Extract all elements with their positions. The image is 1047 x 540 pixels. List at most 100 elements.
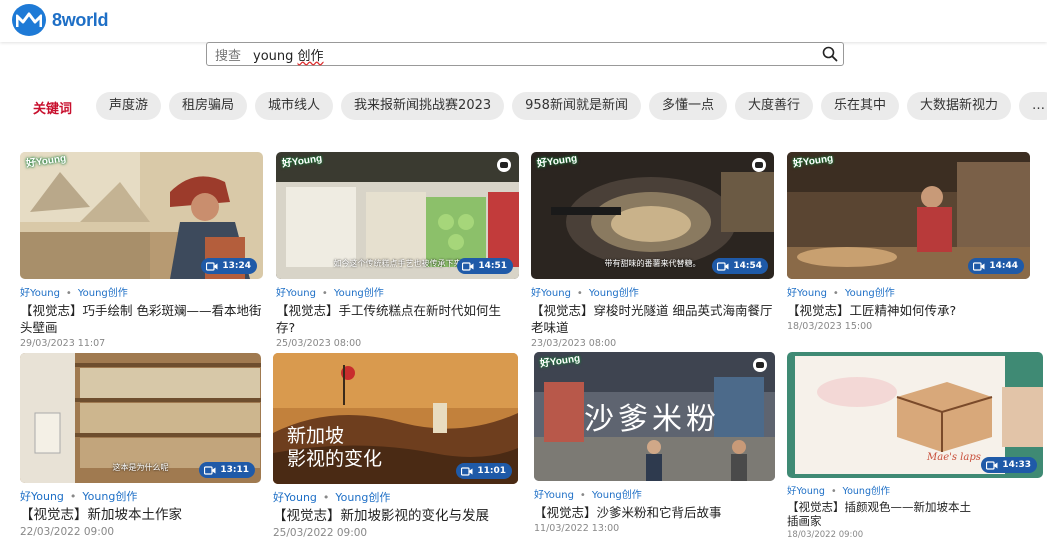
brand-name: 8world (52, 9, 109, 30)
video-date: 23/03/2023 08:00 (531, 338, 617, 349)
card-tags: 好Young • Young创作 (20, 488, 261, 504)
card-tags: 好Young • Young创作 (273, 489, 518, 505)
video-date: 18/03/2023 15:00 (787, 321, 873, 332)
video-duration: 11:01 (456, 463, 512, 479)
keyword-chip[interactable]: 958新闻就是新闻 (512, 92, 641, 120)
video-date: 25/03/2023 08:00 (276, 338, 362, 349)
tag-haoyoung[interactable]: 好Young (20, 490, 64, 503)
tag-haoyoung[interactable]: 好Young (787, 486, 825, 497)
thumbnail-title: 沙爹米粉 (584, 402, 720, 437)
video-card[interactable]: 好Young 带有甜味的番薯来代替糖。 14:54 好Young • Young创作… (531, 152, 774, 349)
tag-haoyoung[interactable]: 好Young (787, 288, 827, 299)
video-title[interactable]: 【视觉志】插颜观色——新加坡本土插画家 (787, 500, 977, 528)
video-duration: 14:44 (968, 258, 1024, 274)
video-card[interactable]: 好Young 13:24 好Young • Young创作 【视觉志】巧手绘制 色彩… (20, 152, 263, 349)
keywords-label: 关键词 (33, 102, 73, 117)
keyword-chip[interactable]: 大数据新视力 (907, 92, 1012, 120)
video-title[interactable]: 【视觉志】手工传统糕点在新时代如何生存? (276, 302, 519, 336)
video-thumbnail[interactable]: 好Young 14:44 (787, 152, 1030, 279)
tag-separator: • (321, 288, 328, 299)
thumbnail-title-line: 新加坡 (287, 425, 345, 447)
video-card[interactable]: 好Young 沙爹米粉 好Young • Young创作 【视觉志】沙爹米粉和它背后… (534, 352, 775, 534)
tag-youngchuangzuo[interactable]: Young创作 (843, 486, 890, 497)
video-card[interactable]: 这本是为什么呢 13:11 好Young • Young创作 【视觉志】新加坡本土作… (20, 353, 261, 538)
duration-text: 14:54 (733, 261, 762, 271)
video-date: 29/03/2023 11:07 (20, 338, 106, 349)
video-thumbnail[interactable]: 新加坡 影视的变化 11:01 (273, 353, 518, 484)
brand-logo[interactable]: 8world (12, 4, 109, 36)
thumbnail-title-line: 影视的变化 (287, 448, 383, 470)
video-camera-icon (717, 261, 729, 271)
keyword-chip[interactable]: 租房骗局 (169, 92, 248, 120)
tag-youngchuangzuo[interactable]: Young创作 (592, 490, 642, 501)
video-date: 18/03/2022 09:00 (787, 530, 864, 540)
tag-haoyoung[interactable]: 好Young (276, 288, 316, 299)
tag-youngchuangzuo[interactable]: Young创作 (78, 288, 128, 299)
video-card[interactable]: 好Young 如今这个传统糕点手艺也被传承下来 14:51 好Young • You… (276, 152, 519, 349)
video-title[interactable]: 【视觉志】新加坡本土作家 (20, 507, 261, 524)
video-title[interactable]: 【视觉志】工匠精神如何传承? (787, 302, 1030, 319)
video-title[interactable]: 【视觉志】新加坡影视的变化与发展 (273, 508, 518, 525)
video-title[interactable]: 【视觉志】穿梭时光隧道 细品英式海南餐厅老味道 (531, 302, 774, 336)
tag-separator: • (322, 491, 330, 504)
keyword-chip-more[interactable]: … (1019, 92, 1047, 120)
search-query[interactable]: young 创作 (253, 45, 324, 64)
tag-separator: • (576, 288, 583, 299)
keyword-chip[interactable]: 乐在其中 (821, 92, 900, 120)
video-thumbnail[interactable]: 好Young 带有甜味的番薯来代替糖。 14:54 (531, 152, 774, 279)
8world-watermark-icon (497, 158, 511, 172)
tag-youngchuangzuo[interactable]: Young创作 (334, 288, 384, 299)
tag-separator: • (69, 490, 77, 503)
tag-haoyoung[interactable]: 好Young (273, 491, 317, 504)
video-date: 22/03/2022 09:00 (20, 526, 115, 538)
video-thumbnail[interactable]: Mae's laps 14:33 (787, 352, 1043, 478)
8world-watermark-icon (753, 358, 767, 372)
brand-logo-icon (12, 4, 46, 36)
video-title[interactable]: 【视觉志】巧手绘制 色彩斑斓——看本地街头壁画 (20, 302, 263, 336)
card-tags: 好Young • Young创作 (276, 284, 519, 299)
card-tags: 好Young • Young创作 (787, 483, 1043, 497)
search-icon[interactable] (822, 46, 838, 62)
keyword-chip[interactable]: 声度游 (96, 92, 162, 120)
video-title[interactable]: 【视觉志】沙爹米粉和它背后故事 (534, 504, 775, 521)
thumbnail-title: 新加坡 影视的变化 (287, 425, 382, 471)
video-duration: 14:33 (981, 457, 1037, 473)
video-card[interactable]: Mae's laps 14:33 好Young • Young创作 【视觉志】插颜观… (787, 352, 1043, 540)
search-label: 搜查 (215, 48, 242, 64)
keyword-chip[interactable]: 大度善行 (734, 92, 813, 120)
keyword-chips: 声度游 租房骗局 城市线人 我来报新闻挑战赛2023 958新闻就是新闻 多懂一… (96, 92, 1047, 120)
card-tags: 好Young • Young创作 (531, 284, 774, 299)
thumbnail-handwriting: Mae's laps (927, 452, 981, 463)
video-thumbnail[interactable]: 这本是为什么呢 13:11 (20, 353, 261, 483)
tag-youngchuangzuo[interactable]: Young创作 (845, 288, 895, 299)
card-tags: 好Young • Young创作 (20, 284, 263, 299)
video-duration: 13:11 (199, 462, 255, 478)
video-camera-icon (986, 460, 998, 470)
video-camera-icon (204, 465, 216, 475)
search-input[interactable]: 搜查 young 创作 (206, 42, 844, 66)
tag-youngchuangzuo[interactable]: Young创作 (82, 490, 137, 503)
video-duration: 13:24 (201, 258, 257, 274)
tag-youngchuangzuo[interactable]: Young创作 (335, 491, 390, 504)
keyword-chip[interactable]: 多懂一点 (648, 92, 727, 120)
video-duration: 14:54 (712, 258, 768, 274)
video-thumbnail[interactable]: 好Young 沙爹米粉 (534, 352, 775, 481)
duration-text: 13:11 (220, 465, 249, 475)
video-camera-icon (206, 261, 218, 271)
keyword-chip[interactable]: 城市线人 (255, 92, 334, 120)
video-card[interactable]: 新加坡 影视的变化 11:01 好Young • Young创作 【视觉志】新加坡影视… (273, 353, 518, 539)
video-thumbnail[interactable]: 好Young 13:24 (20, 152, 263, 279)
tag-haoyoung[interactable]: 好Young (20, 288, 60, 299)
tag-haoyoung[interactable]: 好Young (531, 288, 571, 299)
video-camera-icon (973, 261, 985, 271)
tag-separator: • (65, 288, 72, 299)
card-tags: 好Young • Young创作 (534, 486, 775, 501)
duration-text: 11:01 (477, 466, 506, 476)
video-thumbnail[interactable]: 好Young 如今这个传统糕点手艺也被传承下来 14:51 (276, 152, 519, 279)
tag-youngchuangzuo[interactable]: Young创作 (589, 288, 639, 299)
video-card[interactable]: 好Young 14:44 好Young • Young创作 【视觉志】工匠精神如何传… (787, 152, 1030, 332)
video-date: 25/03/2022 09:00 (273, 527, 368, 539)
keyword-chip[interactable]: 我来报新闻挑战赛2023 (341, 92, 505, 120)
tag-haoyoung[interactable]: 好Young (534, 490, 574, 501)
duration-text: 14:33 (1002, 460, 1031, 470)
